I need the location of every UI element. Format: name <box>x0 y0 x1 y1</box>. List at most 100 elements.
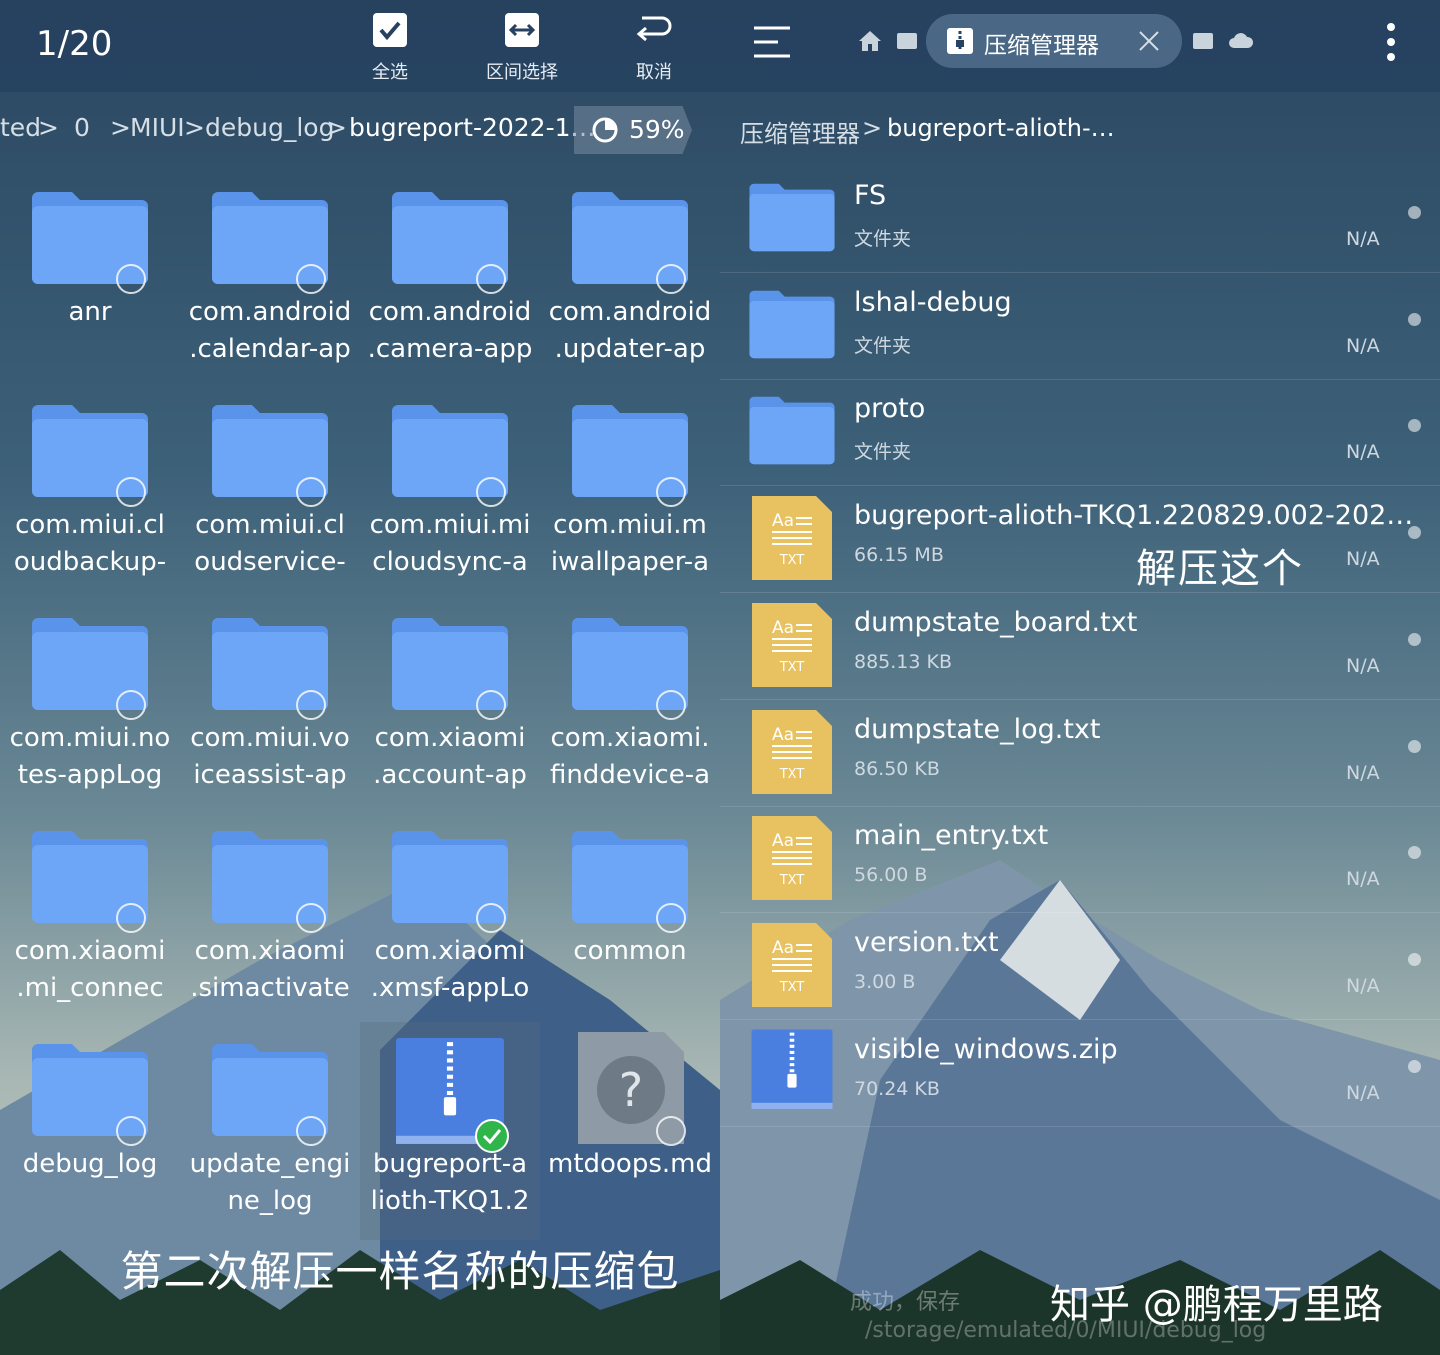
select-checkbox[interactable] <box>296 903 326 933</box>
breadcrumb-item[interactable]: debug_log <box>205 113 334 142</box>
select-checkbox[interactable] <box>296 477 326 507</box>
file-meta: 文件夹 <box>854 228 912 250</box>
item-name: com.xiaomi .account-ap <box>373 723 527 790</box>
item-name: com.miui.cl oudservice- <box>194 510 346 577</box>
row-options-dot[interactable] <box>1408 1059 1421 1073</box>
file-row[interactable]: Aa TXT bugreport-alioth-TKQ1.220829.002-20… <box>720 486 1440 594</box>
svg-text:TXT: TXT <box>779 553 805 568</box>
breadcrumb-current[interactable]: bugreport-2022-1… <box>349 113 596 142</box>
undo-arrow-icon <box>636 16 672 42</box>
storage-usage-badge[interactable]: 59% <box>574 106 692 154</box>
archive-toolbar: 压缩管理器 <box>720 0 1440 92</box>
sd-card-icon[interactable] <box>896 32 918 50</box>
grid-item[interactable]: anr <box>0 186 180 399</box>
select-checkbox[interactable] <box>296 690 326 720</box>
range-select-button[interactable]: 区间选择 <box>467 8 577 84</box>
row-options-dot[interactable] <box>1408 312 1421 326</box>
select-checkbox[interactable] <box>476 477 506 507</box>
breadcrumb-item[interactable]: 0 <box>74 113 90 142</box>
breadcrumb-separator-icon: > <box>184 113 205 142</box>
select-checkbox[interactable] <box>476 264 506 294</box>
range-select-icon <box>505 13 539 47</box>
select-checkbox[interactable] <box>656 690 686 720</box>
row-options-dot[interactable] <box>1408 846 1421 860</box>
file-row[interactable]: lshal-debug 文件夹 N/A <box>720 273 1440 380</box>
grid-item[interactable]: com.xiaomi .simactivate <box>180 825 360 1038</box>
file-row[interactable]: FS 文件夹 N/A <box>720 166 1440 273</box>
cloud-icon[interactable] <box>1228 30 1254 50</box>
selection-toolbar: 1/20 全选 区间选择 取消 <box>0 0 720 92</box>
file-row[interactable]: Aa TXT dumpstate_log.txt 86.50 KB N/A <box>720 700 1440 807</box>
select-checkbox[interactable] <box>116 1116 146 1146</box>
file-date: N/A <box>1346 654 1380 677</box>
close-icon[interactable] <box>1138 30 1160 52</box>
breadcrumb-item[interactable]: MIUI <box>130 113 185 142</box>
grid-item[interactable]: com.xiaomi .xmsf-appLo <box>360 825 540 1038</box>
grid-item[interactable]: com.miui.vo iceassist-ap <box>180 612 360 825</box>
grid-item[interactable]: com.android .camera-app <box>360 186 540 399</box>
cancel-button[interactable]: 取消 <box>599 8 709 84</box>
file-row[interactable]: Aa TXT main_entry.txt 56.00 B N/A <box>720 806 1440 914</box>
svg-text:?: ? <box>619 1063 643 1117</box>
file-meta: 文件夹 <box>854 441 912 464</box>
grid-item[interactable]: com.android .calendar-ap <box>180 186 360 399</box>
breadcrumb-item[interactable]: 压缩管理器 <box>740 114 860 149</box>
menu-icon[interactable] <box>752 24 792 60</box>
home-icon[interactable] <box>858 30 882 52</box>
select-checkbox[interactable] <box>116 264 146 294</box>
svg-text:TXT: TXT <box>779 660 805 675</box>
svg-text:TXT: TXT <box>779 873 805 888</box>
breadcrumb-current[interactable]: bugreport-alioth-… <box>887 114 1115 142</box>
select-checkbox[interactable] <box>656 903 686 933</box>
selection-counter: 1/20 <box>36 24 113 64</box>
txt-file-icon: Aa TXT <box>752 496 832 581</box>
grid-item[interactable]: com.xiaomi .mi_connec <box>0 825 180 1038</box>
select-checkbox[interactable] <box>656 1116 686 1146</box>
grid-item[interactable]: ? mtdoops.md <box>540 1032 720 1251</box>
txt-file-icon: Aa TXT <box>752 816 832 901</box>
file-name: proto <box>854 393 926 425</box>
file-row[interactable]: proto 文件夹 N/A <box>720 379 1440 487</box>
grid-item[interactable]: com.miui.cl oudservice- <box>180 399 360 612</box>
grid-item[interactable]: com.android .updater-ap <box>540 186 720 399</box>
grid-item[interactable]: com.miui.cl oudbackup- <box>0 399 180 612</box>
svg-text:TXT: TXT <box>779 980 805 995</box>
grid-item[interactable]: com.miui.m iwallpaper-a <box>540 399 720 612</box>
file-row[interactable]: visible_windows.zip 70.24 KB N/A <box>720 1020 1440 1127</box>
select-all-button[interactable]: 全选 <box>335 8 445 84</box>
sd-card-icon[interactable] <box>1192 32 1214 50</box>
more-options-icon[interactable] <box>1386 22 1396 62</box>
grid-item[interactable]: com.miui.no tes-appLog <box>0 612 180 825</box>
select-checkbox[interactable] <box>296 264 326 294</box>
file-name: visible_windows.zip <box>854 1033 1118 1065</box>
item-name: com.miui.m iwallpaper-a <box>550 510 710 577</box>
select-checkbox[interactable] <box>656 264 686 294</box>
grid-item[interactable]: bugreport-a lioth-TKQ1.2 <box>360 1022 540 1240</box>
select-checkbox[interactable] <box>476 903 506 933</box>
breadcrumb-item[interactable]: ted <box>0 113 41 142</box>
row-options-dot[interactable] <box>1408 419 1421 433</box>
select-checkbox[interactable] <box>656 477 686 507</box>
select-checkbox[interactable] <box>476 690 506 720</box>
grid-item[interactable]: com.xiaomi .account-ap <box>360 612 540 825</box>
select-checkbox[interactable] <box>116 477 146 507</box>
row-options-dot[interactable] <box>1408 206 1421 219</box>
file-row[interactable]: Aa TXT dumpstate_board.txt 885.13 KB N/A <box>720 593 1440 700</box>
item-name: com.miui.cl oudbackup- <box>13 510 167 577</box>
grid-item[interactable]: com.miui.mi cloudsync-a <box>360 399 540 612</box>
row-options-dot[interactable] <box>1408 739 1421 753</box>
select-checkbox[interactable] <box>116 690 146 720</box>
row-options-dot[interactable] <box>1408 632 1421 646</box>
grid-item[interactable]: com.xiaomi. finddevice-a <box>540 612 720 825</box>
row-options-dot[interactable] <box>1408 526 1421 540</box>
file-row[interactable]: Aa TXT version.txt 3.00 B N/A <box>720 913 1440 1020</box>
select-checkbox[interactable] <box>116 903 146 933</box>
tab-archive-manager[interactable]: 压缩管理器 <box>926 14 1182 68</box>
folder-icon <box>749 290 835 358</box>
select-checkbox[interactable] <box>296 1116 326 1146</box>
grid-item[interactable]: common <box>540 825 720 1038</box>
svg-text:TXT: TXT <box>779 767 805 782</box>
row-options-dot[interactable] <box>1408 952 1421 966</box>
grid-item[interactable]: update_engi ne_log <box>180 1038 360 1251</box>
grid-item[interactable]: debug_log <box>0 1038 180 1251</box>
